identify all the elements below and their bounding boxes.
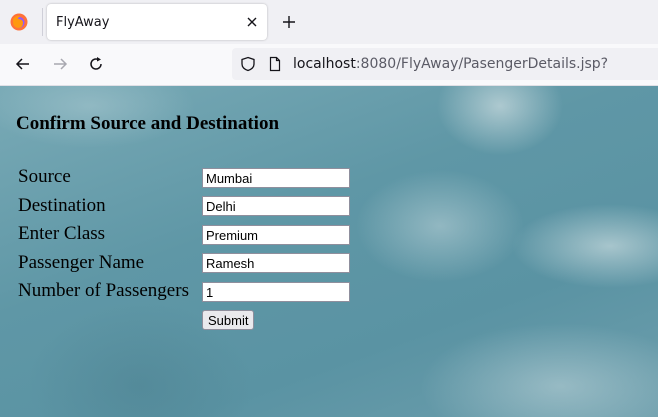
destination-label: Destination (18, 195, 106, 216)
page-title: Confirm Source and Destination (16, 113, 280, 134)
tab-strip: FlyAway (0, 0, 658, 44)
back-icon[interactable] (14, 55, 32, 73)
class-input[interactable] (202, 225, 350, 245)
reload-icon[interactable] (87, 55, 105, 73)
forward-icon[interactable] (51, 55, 69, 73)
passenger-name-label: Passenger Name (18, 252, 145, 273)
destination-input[interactable] (202, 196, 350, 216)
page-icon[interactable] (267, 56, 283, 72)
tab-title: FlyAway (56, 15, 110, 30)
source-input[interactable] (202, 168, 350, 188)
shield-icon[interactable] (240, 56, 256, 72)
new-tab-icon[interactable] (280, 13, 298, 31)
tab-separator (42, 8, 43, 36)
page-content: Confirm Source and Destination Source De… (0, 86, 658, 417)
passenger-count-input[interactable] (202, 282, 350, 302)
url-host: localhost (293, 56, 356, 72)
url-path: :8080/FlyAway/PasengerDetails.jsp? (355, 56, 609, 72)
tab-flyaway[interactable]: FlyAway (47, 4, 267, 40)
class-label: Enter Class (18, 223, 106, 244)
firefox-icon[interactable] (10, 13, 28, 31)
passenger-name-input[interactable] (202, 253, 350, 273)
navigation-bar: localhost:8080/FlyAway/PasengerDetails.j… (0, 44, 658, 86)
url-text[interactable]: localhost:8080/FlyAway/PasengerDetails.j… (293, 56, 608, 72)
submit-button[interactable]: Submit (202, 310, 255, 330)
source-label: Source (18, 166, 71, 187)
close-icon[interactable] (243, 13, 261, 31)
passenger-count-label: Number of Passengers (18, 280, 189, 301)
url-bar[interactable]: localhost:8080/FlyAway/PasengerDetails.j… (232, 48, 658, 80)
